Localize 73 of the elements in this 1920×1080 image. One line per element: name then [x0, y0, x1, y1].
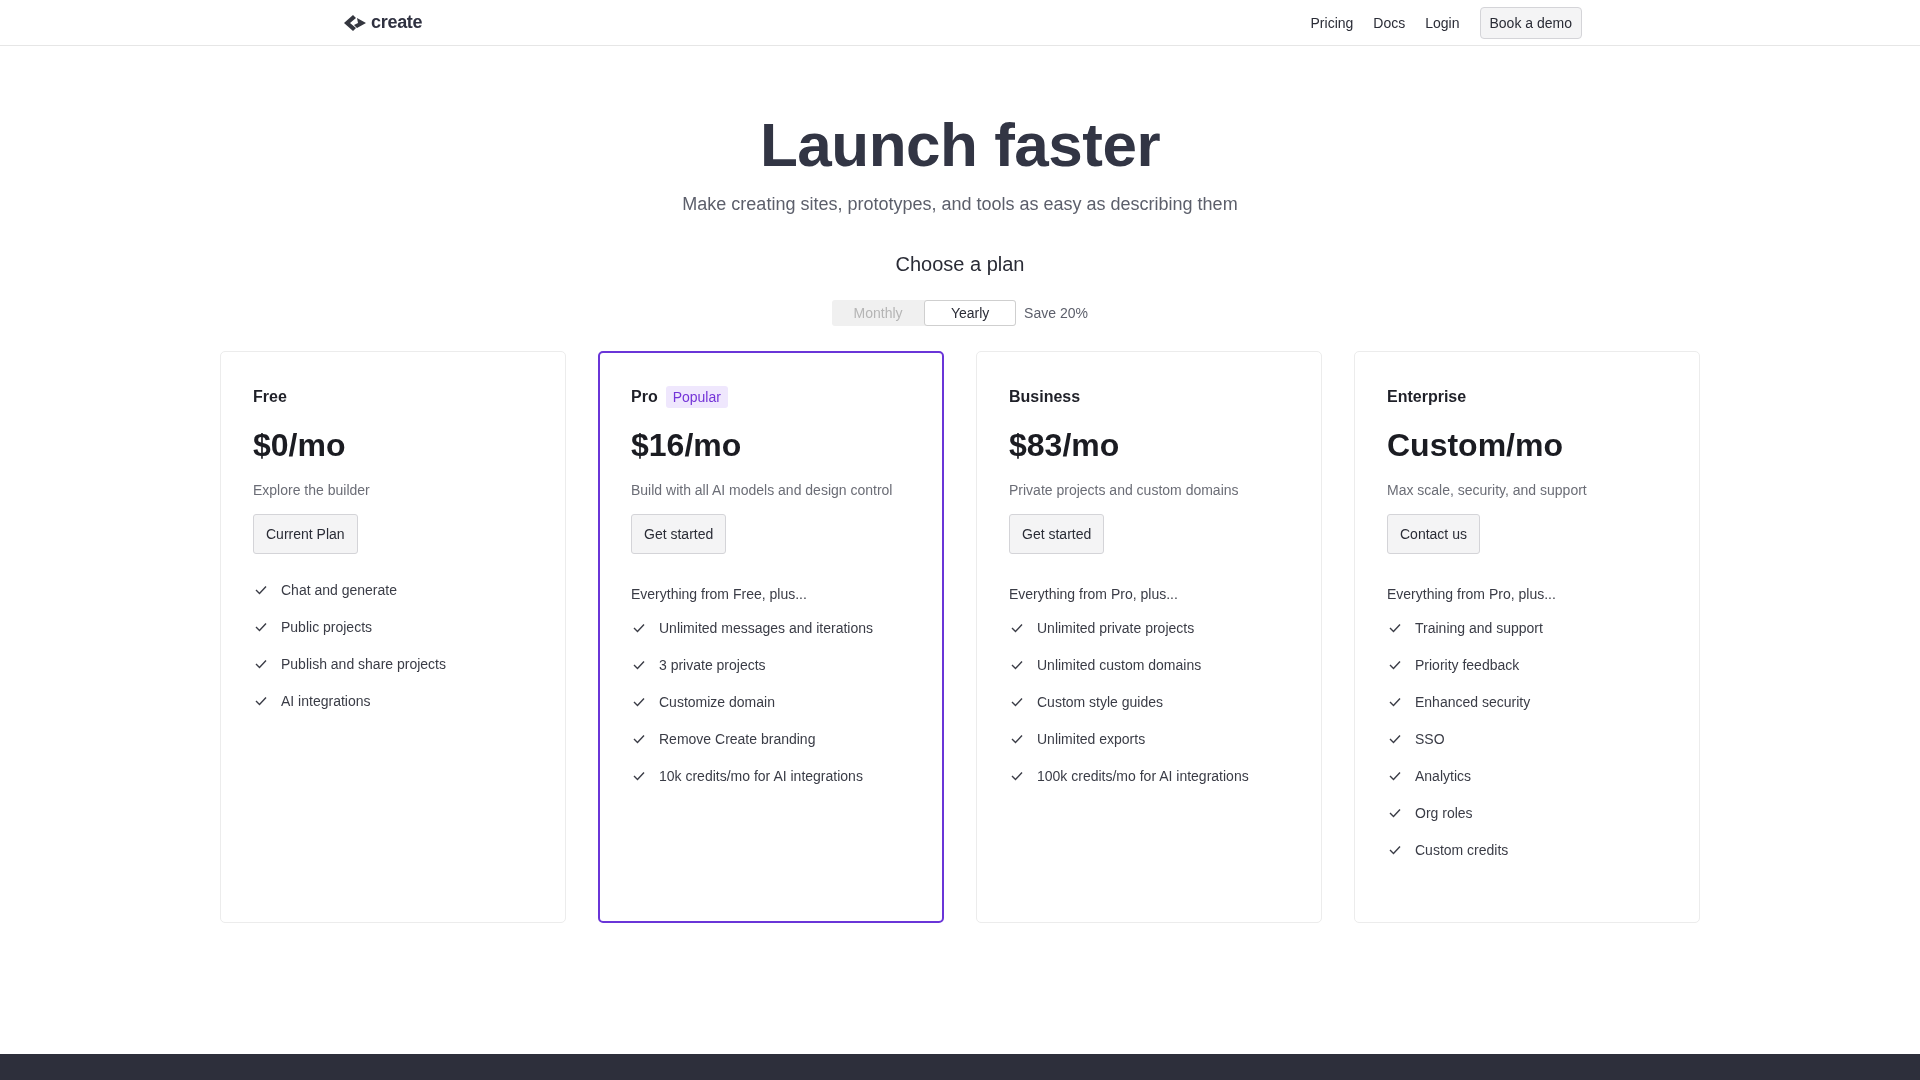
check-icon	[633, 734, 645, 745]
nav-link[interactable]: Login	[1425, 14, 1460, 31]
subtitle: Make creating sites, prototypes, and tools as easy as describing them	[682, 194, 1238, 216]
plan-button[interactable]: Contact us	[1387, 514, 1480, 555]
feature-text: Unlimited custom domains	[1037, 657, 1202, 674]
discount-note: Save 20%	[1024, 305, 1088, 322]
check-icon	[1389, 845, 1401, 856]
check-icon	[255, 622, 267, 633]
feature-text: Training and support	[1415, 620, 1543, 637]
feature-text: Org roles	[1415, 805, 1473, 822]
plan-price: $0/mo	[253, 427, 347, 465]
feature-text: Custom style guides	[1037, 694, 1164, 711]
billing-tab[interactable]: Yearly	[924, 300, 1017, 327]
feature-text: Public projects	[281, 619, 373, 636]
plan-name: Free	[253, 388, 287, 407]
plan-description: Build with all AI models and design control	[631, 482, 894, 499]
feature-text: Chat and generate	[281, 582, 397, 599]
nav-link[interactable]: Docs	[1373, 14, 1406, 31]
feature-text: 10k credits/mo for AI integrations	[659, 768, 863, 785]
feature-text: Analytics	[1415, 768, 1472, 785]
check-icon	[255, 696, 267, 707]
check-icon	[1011, 697, 1023, 708]
feature-text: Remove Create branding	[659, 731, 816, 748]
check-icon	[1011, 623, 1023, 634]
check-icon	[633, 697, 645, 708]
feature-text: Custom credits	[1415, 842, 1509, 859]
plan-description: Max scale, security, and support	[1387, 482, 1588, 499]
plan-price: $83/mo	[1009, 427, 1121, 465]
feature-text: Priority feedback	[1415, 657, 1520, 674]
check-icon	[633, 623, 645, 634]
plan-button[interactable]: Get started	[1009, 514, 1105, 555]
popular-badge: Popular	[665, 386, 728, 409]
feature-text: AI integrations	[281, 693, 371, 710]
plan-name: Pro	[631, 388, 658, 407]
check-icon	[1389, 808, 1401, 819]
check-icon	[255, 585, 267, 596]
feature-text: Unlimited exports	[1037, 731, 1146, 748]
plan-price: Custom/mo	[1387, 427, 1564, 465]
check-icon	[1011, 660, 1023, 671]
check-icon	[1389, 734, 1401, 745]
page-title: Launch faster	[759, 109, 1160, 181]
feature-text: 100k credits/mo for AI integrations	[1037, 768, 1249, 785]
check-icon	[1389, 660, 1401, 671]
plan-description: Explore the builder	[253, 482, 371, 499]
check-icon	[633, 660, 645, 671]
plan-name: Enterprise	[1387, 388, 1467, 407]
check-icon	[633, 771, 645, 782]
features-intro: Everything from Free, plus...	[631, 586, 808, 603]
book-demo-button[interactable]: Book a demo	[1479, 6, 1582, 39]
check-icon	[1011, 734, 1023, 745]
check-icon	[1389, 697, 1401, 708]
features-intro: Everything from Pro, plus...	[1009, 586, 1179, 603]
check-icon	[1011, 771, 1023, 782]
feature-text: Unlimited private projects	[1037, 620, 1195, 637]
check-icon	[255, 659, 267, 670]
feature-text: Enhanced security	[1415, 694, 1531, 711]
feature-text: Unlimited messages and iterations	[659, 620, 873, 637]
features-intro: Everything from Pro, plus...	[1387, 586, 1557, 603]
nav-link[interactable]: Pricing	[1310, 14, 1354, 31]
feature-text: SSO	[1415, 731, 1445, 748]
feature-text: Customize domain	[659, 694, 775, 711]
check-icon	[1389, 623, 1401, 634]
plan-button[interactable]: Get started	[631, 514, 727, 555]
logo-icon	[343, 13, 367, 32]
logo[interactable]: create	[343, 12, 423, 33]
feature-text: 3 private projects	[659, 657, 766, 674]
plan-name: Business	[1009, 388, 1081, 407]
section-heading: Choose a plan	[895, 253, 1025, 277]
plan-price: $16/mo	[631, 427, 743, 465]
feature-text: Publish and share projects	[281, 656, 446, 673]
plan-description: Private projects and custom domains	[1009, 482, 1240, 499]
check-icon	[1389, 771, 1401, 782]
plan-button[interactable]: Current Plan	[253, 514, 358, 555]
